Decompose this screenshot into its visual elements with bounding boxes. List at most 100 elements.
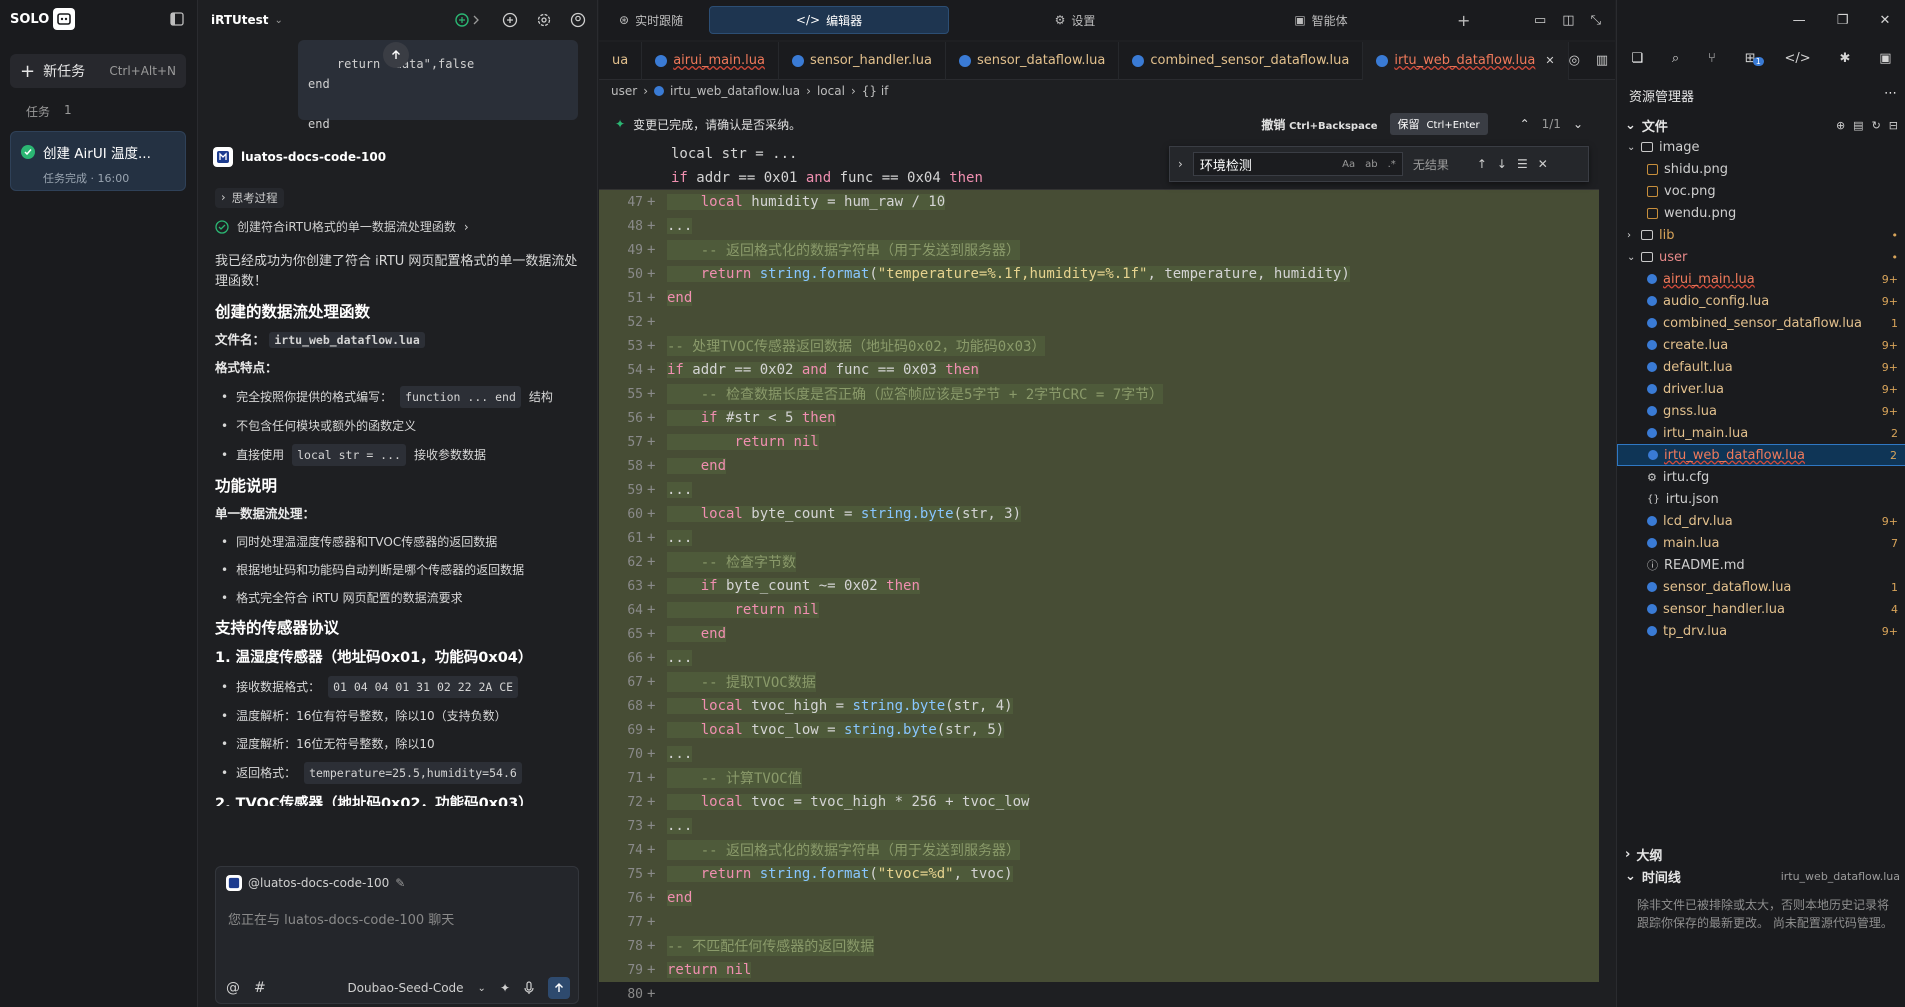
layout-bottom-icon[interactable]: ▭ [1534,13,1546,28]
project-name[interactable]: iRTUtest [211,13,269,27]
file-tab[interactable]: sensor_dataflow.lua [946,41,1120,80]
hash-icon[interactable]: # [254,980,266,996]
chevron-up-icon[interactable]: ⌃ [1520,117,1530,131]
scroll-up-button[interactable] [383,42,409,68]
task-item[interactable]: 创建 AirUI 温度... 任务完成 · 16:00 [10,131,186,191]
tree-file[interactable]: wendu.png [1617,202,1905,224]
tree-file[interactable]: sensor_dataflow.lua 1 [1617,576,1905,598]
breadcrumb-item[interactable]: user [611,84,637,98]
breadcrumb-item[interactable]: {} if [862,84,889,98]
toggle-sidebar-icon[interactable] [170,12,184,26]
thinking-toggle[interactable]: › 思考过程 [215,188,284,208]
arrow-down-icon[interactable]: ↓ [1497,157,1507,171]
remote-icon[interactable]: ▣ [1879,51,1891,66]
keep-button[interactable]: 保留 Ctrl+Enter [1389,113,1488,135]
chevron-down-icon[interactable]: ⌄ [478,983,486,994]
file-tab[interactable]: sensor_handler.lua [779,41,946,80]
chevron-down-icon[interactable]: ⌄ [275,15,283,26]
file-tab[interactable]: ua [599,41,643,80]
tab-follow[interactable]: ⊛ 实时跟随 [609,6,703,34]
new-chat-icon[interactable] [502,12,518,28]
tree-file[interactable]: airui_main.lua 9+ [1617,268,1905,290]
tree-file[interactable]: irtu_main.lua 2 [1617,422,1905,444]
split-icon[interactable]: ▥ [1596,53,1608,68]
timeline-section[interactable]: ⌄ 时间线 irtu_web_dataflow.lua [1617,865,1905,887]
tree-folder[interactable]: ⌄ user • [1617,246,1905,268]
close-icon[interactable]: ✕ [1880,13,1891,28]
tree-folder[interactable]: › lib • [1617,224,1905,246]
new-file-icon[interactable]: ⊕ [1836,119,1845,132]
tree-file[interactable]: shidu.png [1617,158,1905,180]
tree-file[interactable]: irtu_web_dataflow.lua 2 [1617,444,1905,466]
outline-section[interactable]: › 大纲 [1617,843,1905,865]
settings-icon[interactable] [536,12,552,28]
new-folder-icon[interactable]: ▤ [1853,119,1863,132]
chevron-right-icon[interactable]: › [1178,157,1183,171]
selection-icon[interactable]: ☰ [1517,157,1528,171]
tree-file[interactable]: sensor_handler.lua 4 [1617,598,1905,620]
tab-agent[interactable]: ▣ 智能体 [1201,6,1441,34]
layout-right-icon[interactable]: ◫ [1562,13,1574,28]
collapse-icon[interactable]: ⤡ [1591,13,1601,28]
tab-settings[interactable]: ⚙ 设置 [955,6,1195,34]
chevron-down-icon[interactable]: ⌄ [1573,117,1583,131]
tree-badge: 9+ [1881,624,1898,638]
tree-file[interactable]: default.lua 9+ [1617,356,1905,378]
chat-input-box[interactable]: @luatos-docs-code-100 ✎ 您正在与 luatos-docs… [215,866,579,1004]
file-tab[interactable]: irtu_web_dataflow.lua ✕ [1363,41,1569,80]
code-icon[interactable]: </> [1784,51,1810,66]
tree-file[interactable]: combined_sensor_dataflow.lua 1 [1617,312,1905,334]
breadcrumb-item[interactable]: irtu_web_dataflow.lua [670,84,800,98]
agent-mention[interactable]: @luatos-docs-code-100 ✎ [226,875,405,891]
bug-icon[interactable]: ✱ [1839,51,1850,66]
model-select[interactable]: Doubao-Seed-Code [347,981,463,995]
ai-icon[interactable]: ◎ [1569,53,1580,68]
refresh-icon[interactable]: ↻ [1872,119,1881,132]
tab-editor[interactable]: </> 编辑器 [709,6,949,34]
tree-file[interactable]: tp_drv.lua 9+ [1617,620,1905,642]
new-task-button[interactable]: + 新任务 Ctrl+Alt+N [10,54,186,88]
tree-file[interactable]: driver.lua 9+ [1617,378,1905,400]
account-icon[interactable] [570,12,586,28]
more-icon[interactable]: ⋯ [1884,86,1897,105]
breadcrumb-item[interactable]: local [817,84,845,98]
match-case-icon[interactable]: Aa [1342,159,1355,170]
tree-file[interactable]: gnss.lua 9+ [1617,400,1905,422]
close-tab-icon[interactable]: ✕ [1545,54,1554,67]
minimize-icon[interactable]: — [1793,13,1806,28]
file-tab[interactable]: airui_main.lua [642,41,779,80]
files-section[interactable]: ⌄ 文件 ⊕ ▤ ↻ ⊟ [1617,114,1905,136]
tree-file[interactable]: lcd_drv.lua 9+ [1617,510,1905,532]
add-tab-button[interactable]: + [1447,6,1480,34]
git-icon[interactable]: ⑂ [1708,51,1716,66]
files-icon[interactable]: ❏ [1631,51,1643,66]
file-tab[interactable]: combined_sensor_dataflow.lua [1119,41,1364,80]
maximize-icon[interactable]: ❐ [1837,13,1849,28]
collapse-all-icon[interactable]: ⊟ [1889,119,1898,132]
whole-word-icon[interactable]: ab [1365,159,1377,170]
undo-button[interactable]: 撤销 Ctrl+Backspace [1261,116,1377,133]
send-button[interactable] [548,977,570,999]
arrow-up-icon[interactable]: ↑ [1477,157,1487,171]
tree-file[interactable]: audio_config.lua 9+ [1617,290,1905,312]
tree-file[interactable]: ⓘ README.md [1617,554,1905,576]
close-icon[interactable]: ✕ [1538,157,1548,171]
tree-file[interactable]: voc.png [1617,180,1905,202]
tree-file[interactable]: {} irtu.json [1617,488,1905,510]
sparkle-icon[interactable]: ✦ [500,981,510,995]
extensions-icon[interactable]: ⊞ 1 [1745,51,1764,66]
at-icon[interactable]: @ [226,980,240,996]
step-item[interactable]: 创建符合iRTU格式的单一数据流处理函数 › [215,218,469,235]
find-input[interactable]: 环境检测 Aa ab .* [1192,152,1403,176]
search-icon[interactable]: ⌕ [1672,51,1679,66]
tree-file[interactable]: main.lua 7 [1617,532,1905,554]
regex-icon[interactable]: .* [1388,159,1396,170]
tree-file[interactable]: ⚙ irtu.cfg [1617,466,1905,488]
mic-icon[interactable] [524,981,534,995]
code-editor[interactable]: local str = ... if addr == 0x01 and func… [599,142,1599,1007]
tree-file[interactable]: create.lua 9+ [1617,334,1905,356]
status-icon[interactable] [454,12,484,28]
tree-folder[interactable]: ⌄ image [1617,136,1905,158]
file-tab-label: combined_sensor_dataflow.lua [1150,53,1350,68]
chat-input[interactable]: 您正在与 luatos-docs-code-100 聊天 [228,909,454,928]
